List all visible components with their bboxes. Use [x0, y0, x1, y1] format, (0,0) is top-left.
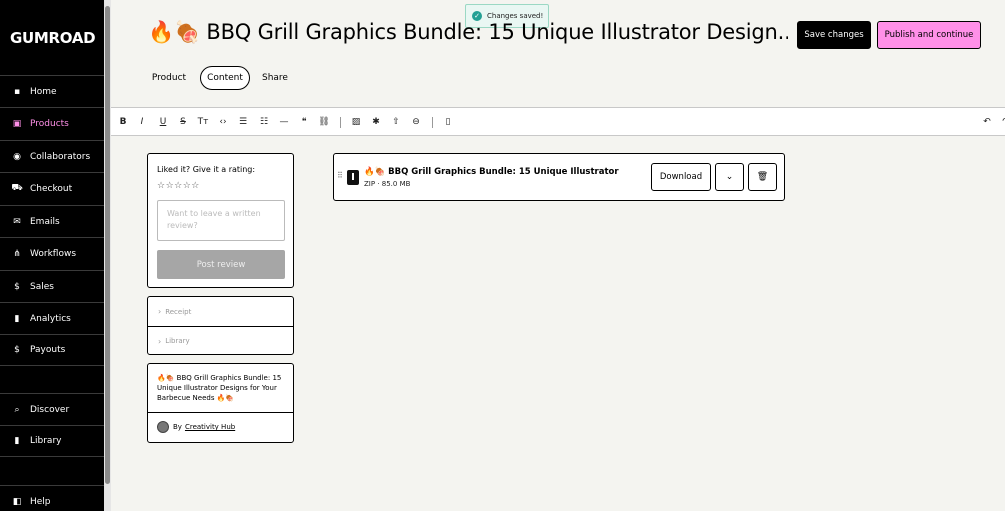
bank-icon: $ [14, 345, 20, 355]
sidebar-item-label: Checkout [30, 183, 73, 194]
tab-content[interactable]: Content [200, 66, 250, 90]
save-changes-button[interactable]: Save changes [797, 21, 871, 49]
tab-product[interactable]: Product [146, 66, 192, 90]
tab-share[interactable]: Share [256, 66, 294, 90]
accordion-receipt-label: Receipt [165, 307, 192, 316]
sidebar-item-label: Home [30, 86, 57, 97]
search-icon: ⌕ [14, 404, 20, 415]
file-name: 🔥🍖 BBQ Grill Graphics Bundle: 15 Unique … [364, 167, 619, 177]
post-review-button[interactable]: Post review [157, 250, 285, 279]
sidebar-item-label: Payouts [30, 345, 66, 355]
publish-and-continue-button[interactable]: Publish and continue [877, 21, 981, 49]
sidebar-item-label: Products [30, 118, 69, 129]
editor-toolbar: BIUSTт‹›☰☷—❝⛓ ▨✱⇧⊖ ▯ ↶↷ [111, 107, 1005, 136]
trash-icon[interactable]: 🗑 [748, 163, 777, 191]
avatar [157, 421, 169, 433]
accordion-library-label: Library [165, 337, 190, 345]
horizontal-rule-icon[interactable]: — [277, 108, 291, 136]
file-meta: ZIP · 85.0 MB [364, 180, 411, 188]
collaborators-icon: ◉ [13, 151, 21, 162]
sidebar-item-label: Help [30, 496, 51, 507]
bar-chart-icon: ▮ [14, 313, 20, 324]
sidebar-item-home[interactable]: ▪ Home [0, 75, 104, 107]
file-icon[interactable]: ▯ [441, 108, 455, 136]
undo-icon[interactable]: ↶ [980, 108, 994, 136]
review-textarea[interactable]: Want to leave a written review? [157, 200, 285, 241]
quote-icon[interactable]: ❝ [297, 108, 311, 136]
gumroad-logo[interactable]: GUMROAD [0, 0, 104, 75]
rating-prompt: Liked it? Give it a rating: [157, 165, 256, 174]
sidebar-item-library[interactable]: ▮ Library [0, 425, 104, 457]
sidebar-item-checkout[interactable]: ⛟ Checkout [0, 172, 104, 204]
toast-text: Changes saved! [487, 12, 544, 20]
product-info-card: 🔥🍖 BBQ Grill Graphics Bundle: 15 Unique … [147, 363, 294, 443]
help-icon: ◧ [12, 496, 22, 507]
sidebar-item-emails[interactable]: ✉ Emails [0, 205, 104, 237]
author-link[interactable]: Creativity Hub [185, 423, 235, 431]
sidebar-item-analytics[interactable]: ▮ Analytics [0, 302, 104, 334]
file-embed: ⠿ 🔥🍖 BBQ Grill Graphics Bundle: 15 Uniqu… [333, 153, 785, 201]
sidebar-item-collaborators[interactable]: ◉ Collaborators [0, 140, 104, 172]
page-title: 🔥🍖 BBQ Grill Graphics Bundle: 15 Unique … [148, 20, 788, 44]
sidebar-item-label: Analytics [30, 313, 71, 324]
download-button[interactable]: Download [651, 163, 711, 191]
sidebar-item-label: Library [30, 436, 62, 446]
image-icon[interactable]: ▨ [349, 108, 363, 136]
sidebar-item-label: Sales [30, 281, 54, 292]
file-icon [347, 170, 359, 185]
accordion-receipt[interactable]: › Receipt [148, 297, 293, 326]
author-row: By Creativity Hub [157, 421, 235, 433]
star-rating[interactable]: ☆☆☆☆☆ [157, 181, 200, 191]
code-icon[interactable]: ‹› [216, 108, 230, 136]
cart-icon: ⛟ [11, 183, 23, 193]
sidebar-item-label: Collaborators [30, 151, 91, 162]
chevron-right-icon: › [158, 307, 162, 316]
magic-icon[interactable]: ✱ [369, 108, 383, 136]
product-name: 🔥🍖 BBQ Grill Graphics Bundle: 15 Unique … [157, 374, 282, 402]
numbered-list-icon[interactable]: ☷ [257, 108, 271, 136]
sidebar-item-products[interactable]: ▣ Products [0, 107, 104, 139]
strikethrough-icon[interactable]: S [176, 108, 190, 136]
bold-icon[interactable]: B [116, 108, 130, 136]
link-icon[interactable]: ⛓ [317, 108, 331, 136]
redo-icon[interactable]: ↷ [999, 108, 1005, 136]
toolbar-separator [340, 117, 341, 128]
upload-icon[interactable]: ⇧ [389, 108, 403, 136]
text-size-icon[interactable]: Tт [196, 108, 210, 136]
accordion-library[interactable]: › Library [148, 326, 293, 355]
drag-handle-icon[interactable]: ⠿ [337, 171, 343, 180]
sidebar-item-sales[interactable]: $ Sales [0, 270, 104, 302]
sidebar-item-label: Workflows [30, 248, 77, 259]
sidebar-item-label: Discover [30, 404, 70, 415]
italic-icon[interactable]: I [135, 108, 149, 136]
home-icon: ▪ [13, 86, 21, 97]
sidebar-item-help[interactable]: ◧ Help [0, 485, 104, 511]
products-icon: ▣ [12, 118, 22, 129]
rating-card: Liked it? Give it a rating: ☆☆☆☆☆ Want t… [147, 153, 294, 288]
sidebar-item-workflows[interactable]: ⋔ Workflows [0, 237, 104, 269]
bullet-list-icon[interactable]: ☰ [236, 108, 250, 136]
sidebar-item-payouts[interactable]: $ Payouts [0, 334, 104, 366]
toolbar-separator [432, 117, 433, 128]
workflows-icon: ⋔ [13, 248, 21, 259]
by-label: By [173, 423, 182, 431]
sidebar-item-discover[interactable]: ⌕ Discover [0, 393, 104, 425]
bookmark-icon: ▮ [14, 436, 20, 446]
dollar-icon: $ [14, 281, 20, 292]
sidebar-scrollbar-thumb[interactable] [105, 6, 110, 484]
sidebar-item-label: Emails [30, 216, 60, 227]
chevron-right-icon: › [158, 336, 162, 346]
divider [148, 412, 293, 413]
chevron-down-icon[interactable]: ⌄ [715, 163, 744, 191]
receipt-library-accordion: › Receipt › Library [147, 296, 294, 355]
mail-icon: ✉ [13, 216, 21, 227]
embed-icon[interactable]: ⊖ [409, 108, 423, 136]
underline-icon[interactable]: U [156, 108, 170, 136]
